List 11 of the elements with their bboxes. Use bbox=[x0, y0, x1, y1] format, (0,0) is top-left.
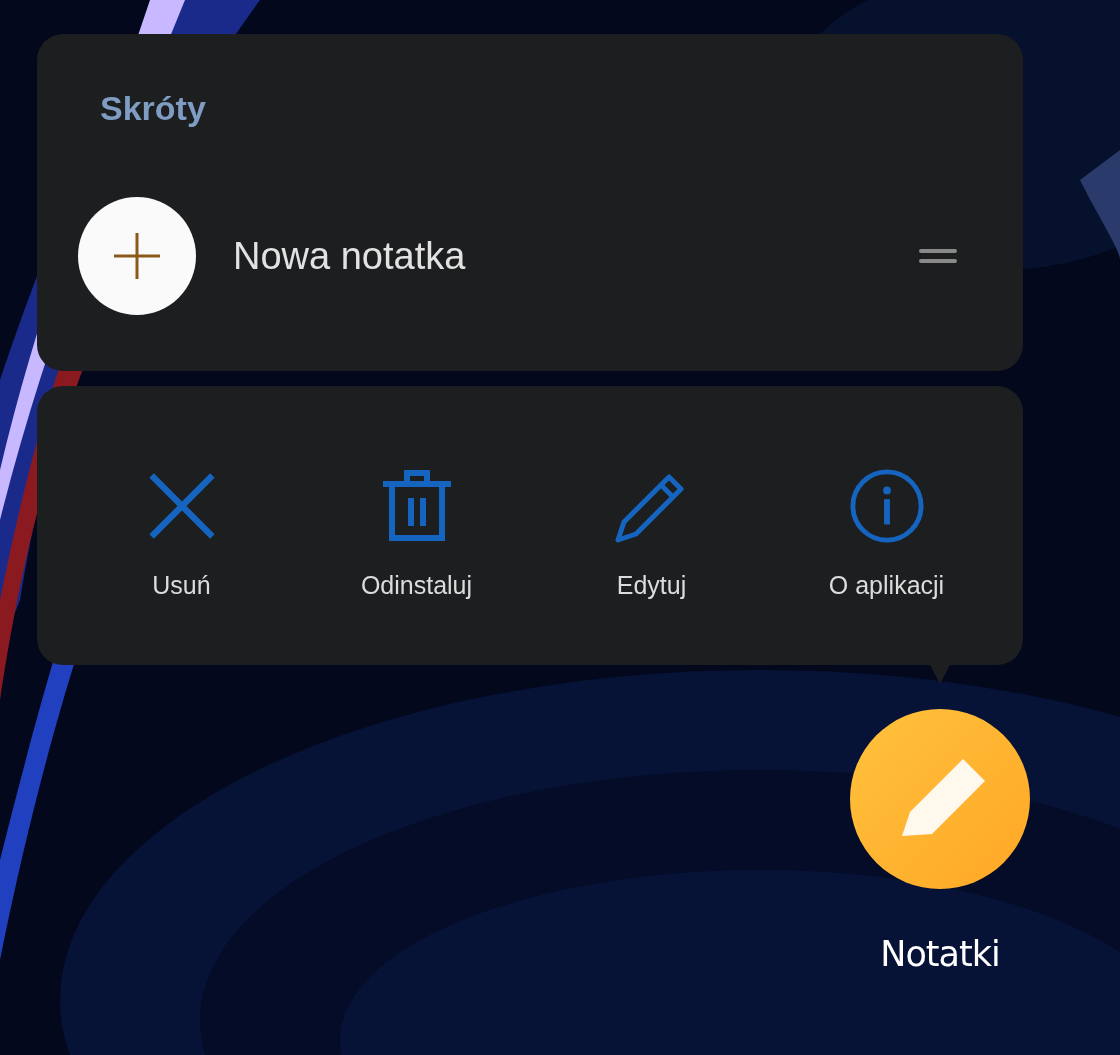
app-label: Notatki bbox=[880, 934, 1000, 974]
action-button[interactable]: Usuń bbox=[64, 468, 299, 665]
plus-icon bbox=[114, 233, 160, 279]
section-title: Skróty bbox=[100, 88, 206, 128]
shortcut-label[interactable]: Nowa notatka bbox=[233, 234, 919, 278]
info-icon bbox=[848, 468, 925, 544]
drag-handle-icon[interactable] bbox=[919, 249, 957, 263]
action-button[interactable]: Edytuj bbox=[534, 468, 769, 665]
action-button[interactable]: O aplikacji bbox=[769, 468, 1004, 665]
action-button[interactable]: Odinstaluj bbox=[299, 468, 534, 665]
notes-app-icon[interactable] bbox=[850, 709, 1030, 889]
